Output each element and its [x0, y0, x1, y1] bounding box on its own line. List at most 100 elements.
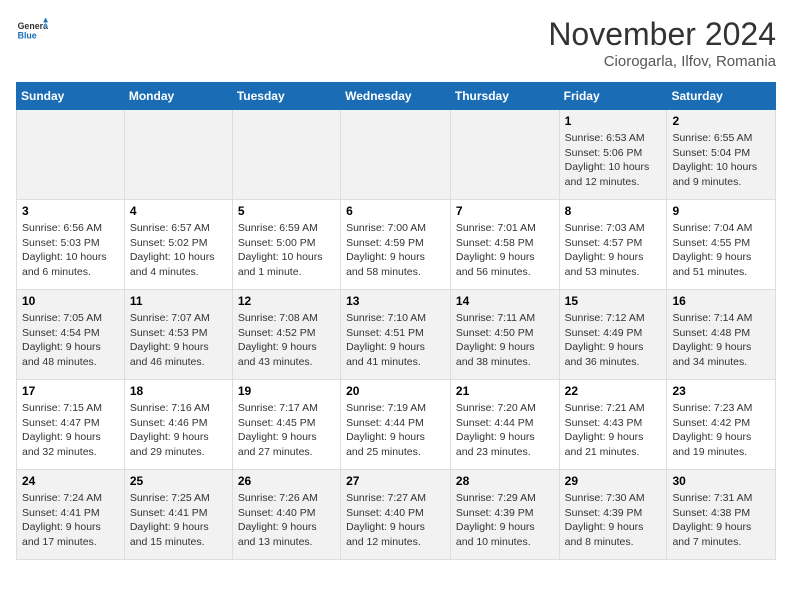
day-info: Sunrise: 7:27 AM Sunset: 4:40 PM Dayligh… [346, 491, 445, 550]
day-number: 19 [238, 384, 335, 398]
day-number: 8 [565, 204, 662, 218]
day-info: Sunrise: 7:31 AM Sunset: 4:38 PM Dayligh… [672, 491, 770, 550]
day-info: Sunrise: 7:03 AM Sunset: 4:57 PM Dayligh… [565, 221, 662, 280]
calendar-cell: 18 Sunrise: 7:16 AM Sunset: 4:46 PM Dayli… [124, 380, 232, 470]
day-number: 15 [565, 294, 662, 308]
day-number: 23 [672, 384, 770, 398]
day-info: Sunrise: 6:56 AM Sunset: 5:03 PM Dayligh… [22, 221, 119, 280]
day-info: Sunrise: 7:19 AM Sunset: 4:44 PM Dayligh… [346, 401, 445, 460]
day-info: Sunrise: 7:12 AM Sunset: 4:49 PM Dayligh… [565, 311, 662, 370]
logo: General Blue [16, 16, 48, 48]
calendar-cell: 24 Sunrise: 7:24 AM Sunset: 4:41 PM Dayli… [17, 470, 125, 560]
calendar-cell: 10 Sunrise: 7:05 AM Sunset: 4:54 PM Dayli… [17, 290, 125, 380]
calendar-cell: 27 Sunrise: 7:27 AM Sunset: 4:40 PM Dayli… [341, 470, 451, 560]
calendar-cell [17, 110, 125, 200]
day-number: 24 [22, 474, 119, 488]
calendar-cell: 5 Sunrise: 6:59 AM Sunset: 5:00 PM Daylig… [232, 200, 340, 290]
weekday-header-thursday: Thursday [450, 83, 559, 110]
day-info: Sunrise: 7:17 AM Sunset: 4:45 PM Dayligh… [238, 401, 335, 460]
day-number: 11 [130, 294, 227, 308]
calendar-cell: 9 Sunrise: 7:04 AM Sunset: 4:55 PM Daylig… [667, 200, 776, 290]
day-info: Sunrise: 7:08 AM Sunset: 4:52 PM Dayligh… [238, 311, 335, 370]
weekday-header-saturday: Saturday [667, 83, 776, 110]
day-number: 6 [346, 204, 445, 218]
day-info: Sunrise: 7:10 AM Sunset: 4:51 PM Dayligh… [346, 311, 445, 370]
calendar-cell: 20 Sunrise: 7:19 AM Sunset: 4:44 PM Dayli… [341, 380, 451, 470]
day-info: Sunrise: 7:04 AM Sunset: 4:55 PM Dayligh… [672, 221, 770, 280]
day-info: Sunrise: 7:15 AM Sunset: 4:47 PM Dayligh… [22, 401, 119, 460]
day-number: 4 [130, 204, 227, 218]
calendar-cell: 15 Sunrise: 7:12 AM Sunset: 4:49 PM Dayli… [559, 290, 667, 380]
weekday-header-monday: Monday [124, 83, 232, 110]
calendar-cell [124, 110, 232, 200]
day-number: 20 [346, 384, 445, 398]
day-number: 14 [456, 294, 554, 308]
calendar-cell: 1 Sunrise: 6:53 AM Sunset: 5:06 PM Daylig… [559, 110, 667, 200]
day-info: Sunrise: 6:53 AM Sunset: 5:06 PM Dayligh… [565, 131, 662, 190]
day-number: 26 [238, 474, 335, 488]
day-number: 7 [456, 204, 554, 218]
day-info: Sunrise: 7:30 AM Sunset: 4:39 PM Dayligh… [565, 491, 662, 550]
day-number: 25 [130, 474, 227, 488]
weekday-header-wednesday: Wednesday [341, 83, 451, 110]
day-number: 13 [346, 294, 445, 308]
day-info: Sunrise: 7:07 AM Sunset: 4:53 PM Dayligh… [130, 311, 227, 370]
weekday-header-sunday: Sunday [17, 83, 125, 110]
day-number: 10 [22, 294, 119, 308]
calendar-week-5: 24 Sunrise: 7:24 AM Sunset: 4:41 PM Dayli… [17, 470, 776, 560]
day-number: 5 [238, 204, 335, 218]
calendar-cell: 3 Sunrise: 6:56 AM Sunset: 5:03 PM Daylig… [17, 200, 125, 290]
calendar-cell: 8 Sunrise: 7:03 AM Sunset: 4:57 PM Daylig… [559, 200, 667, 290]
day-info: Sunrise: 7:29 AM Sunset: 4:39 PM Dayligh… [456, 491, 554, 550]
day-info: Sunrise: 7:16 AM Sunset: 4:46 PM Dayligh… [130, 401, 227, 460]
day-info: Sunrise: 7:21 AM Sunset: 4:43 PM Dayligh… [565, 401, 662, 460]
day-number: 16 [672, 294, 770, 308]
day-number: 9 [672, 204, 770, 218]
calendar-cell: 23 Sunrise: 7:23 AM Sunset: 4:42 PM Dayli… [667, 380, 776, 470]
day-number: 12 [238, 294, 335, 308]
day-number: 18 [130, 384, 227, 398]
day-info: Sunrise: 7:01 AM Sunset: 4:58 PM Dayligh… [456, 221, 554, 280]
day-info: Sunrise: 7:05 AM Sunset: 4:54 PM Dayligh… [22, 311, 119, 370]
calendar-cell: 6 Sunrise: 7:00 AM Sunset: 4:59 PM Daylig… [341, 200, 451, 290]
calendar-cell: 26 Sunrise: 7:26 AM Sunset: 4:40 PM Dayli… [232, 470, 340, 560]
day-info: Sunrise: 7:00 AM Sunset: 4:59 PM Dayligh… [346, 221, 445, 280]
day-number: 1 [565, 114, 662, 128]
day-number: 21 [456, 384, 554, 398]
calendar-week-2: 3 Sunrise: 6:56 AM Sunset: 5:03 PM Daylig… [17, 200, 776, 290]
month-title: November 2024 [548, 16, 776, 53]
calendar-cell: 16Sunrise: 7:14 AM Sunset: 4:48 PM Dayli… [667, 290, 776, 380]
day-info: Sunrise: 7:23 AM Sunset: 4:42 PM Dayligh… [672, 401, 770, 460]
weekday-header-tuesday: Tuesday [232, 83, 340, 110]
day-info: Sunrise: 7:25 AM Sunset: 4:41 PM Dayligh… [130, 491, 227, 550]
svg-text:Blue: Blue [18, 30, 37, 40]
day-number: 22 [565, 384, 662, 398]
day-info: Sunrise: 7:24 AM Sunset: 4:41 PM Dayligh… [22, 491, 119, 550]
calendar-cell: 19 Sunrise: 7:17 AM Sunset: 4:45 PM Dayli… [232, 380, 340, 470]
calendar-cell: 13 Sunrise: 7:10 AM Sunset: 4:51 PM Dayli… [341, 290, 451, 380]
location-subtitle: Ciorogarla, Ilfov, Romania [548, 53, 776, 70]
day-number: 17 [22, 384, 119, 398]
calendar-cell: 11 Sunrise: 7:07 AM Sunset: 4:53 PM Dayli… [124, 290, 232, 380]
calendar-cell [232, 110, 340, 200]
calendar-cell: 25 Sunrise: 7:25 AM Sunset: 4:41 PM Dayli… [124, 470, 232, 560]
calendar-cell: 17 Sunrise: 7:15 AM Sunset: 4:47 PM Dayli… [17, 380, 125, 470]
day-number: 30 [672, 474, 770, 488]
day-info: Sunrise: 7:26 AM Sunset: 4:40 PM Dayligh… [238, 491, 335, 550]
calendar-cell: 14 Sunrise: 7:11 AM Sunset: 4:50 PM Dayli… [450, 290, 559, 380]
day-number: 2 [672, 114, 770, 128]
calendar-week-1: 1 Sunrise: 6:53 AM Sunset: 5:06 PM Daylig… [17, 110, 776, 200]
day-info: Sunrise: 7:11 AM Sunset: 4:50 PM Dayligh… [456, 311, 554, 370]
calendar-cell: 22 Sunrise: 7:21 AM Sunset: 4:43 PM Dayli… [559, 380, 667, 470]
calendar-week-4: 17 Sunrise: 7:15 AM Sunset: 4:47 PM Dayli… [17, 380, 776, 470]
calendar-cell: 30 Sunrise: 7:31 AM Sunset: 4:38 PM Dayli… [667, 470, 776, 560]
day-number: 3 [22, 204, 119, 218]
calendar-cell [450, 110, 559, 200]
calendar-cell: 29Sunrise: 7:30 AM Sunset: 4:39 PM Dayli… [559, 470, 667, 560]
calendar-cell: 4 Sunrise: 6:57 AM Sunset: 5:02 PM Daylig… [124, 200, 232, 290]
day-info: Sunrise: 6:57 AM Sunset: 5:02 PM Dayligh… [130, 221, 227, 280]
calendar-cell: 21Sunrise: 7:20 AM Sunset: 4:44 PM Dayli… [450, 380, 559, 470]
weekday-header-friday: Friday [559, 83, 667, 110]
day-info: Sunrise: 6:59 AM Sunset: 5:00 PM Dayligh… [238, 221, 335, 280]
day-number: 27 [346, 474, 445, 488]
